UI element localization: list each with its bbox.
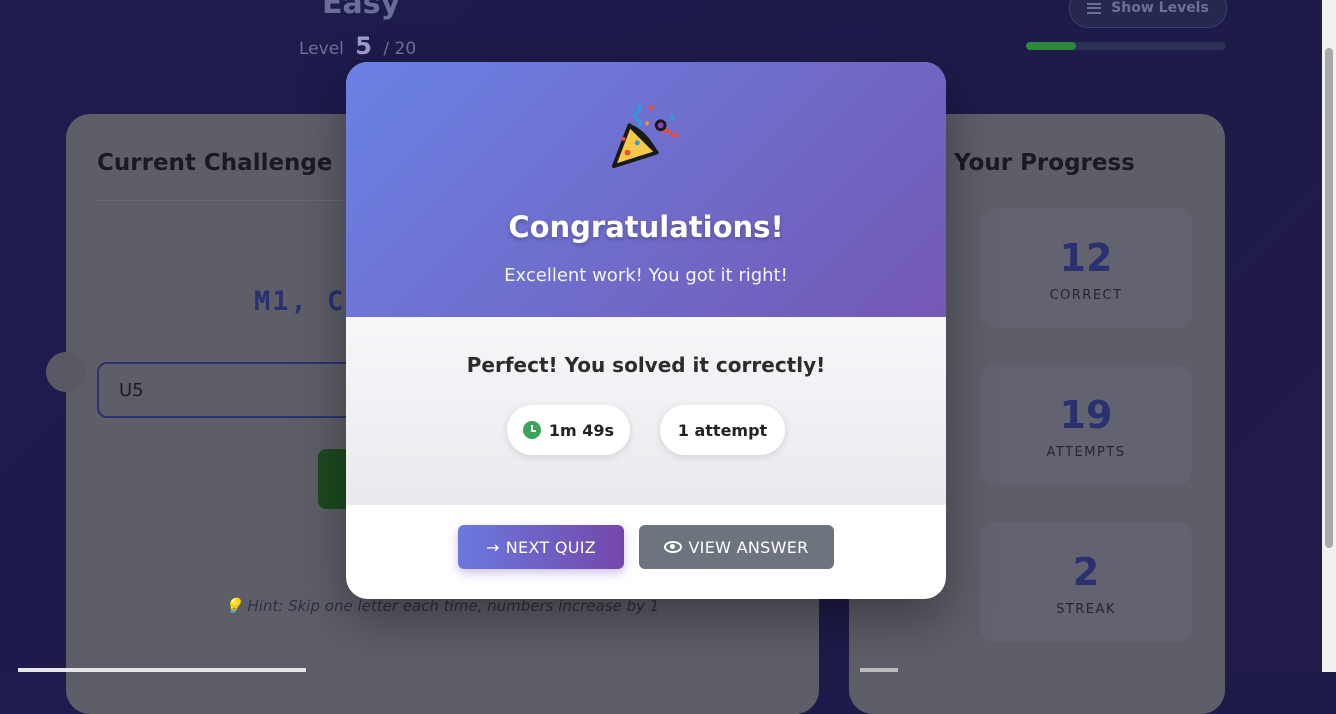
party-popper-icon (611, 102, 680, 169)
next-quiz-label: NEXT QUIZ (505, 537, 597, 557)
level-progress-fill (1026, 42, 1076, 50)
modal-header: Congratulations! Excellent work! You got… (346, 62, 946, 317)
modal-body: Perfect! You solved it correctly! 1m 49s… (346, 317, 946, 505)
difficulty-title: Easy (322, 0, 401, 21)
challenge-title: Current Challenge (97, 150, 333, 176)
stat-label: STREAK (1056, 602, 1116, 617)
level-total: / 20 (383, 39, 417, 59)
stat-value: 2 (1072, 550, 1100, 594)
hint-text: 💡 Hint: Skip one letter each time, numbe… (224, 597, 660, 615)
stat-label: CORRECT (1049, 288, 1123, 303)
attempts-value: 1 attempt (677, 420, 768, 440)
arrow-right-icon: → (485, 537, 500, 557)
modal-subtitle: Excellent work! You got it right! (504, 265, 788, 286)
stat-value: 12 (1059, 236, 1113, 280)
show-levels-label: Show Levels (1111, 0, 1209, 16)
bottom-scroll-strip (18, 668, 306, 672)
eye-icon (664, 541, 683, 553)
stat-correct: 12 CORRECT (980, 208, 1192, 328)
time-value: 1m 49s (548, 420, 615, 440)
view-answer-label: VIEW ANSWER (688, 537, 809, 557)
sequence-display: M1, C (254, 286, 346, 317)
attempts-pill: 1 attempt (660, 405, 785, 455)
level-progress-bar (1026, 42, 1226, 50)
level-indicator: Level 5 / 20 (299, 32, 416, 60)
list-icon (1087, 2, 1102, 14)
stat-streak: 2 STREAK (980, 522, 1192, 642)
show-levels-button[interactable]: Show Levels (1069, 0, 1227, 28)
clock-icon (522, 421, 541, 439)
congratulations-modal: Congratulations! Excellent work! You got… (346, 62, 946, 599)
result-message: Perfect! You solved it correctly! (466, 353, 826, 377)
stat-attempts: 19 ATTEMPTS (980, 365, 1192, 485)
stat-label: ATTEMPTS (1046, 445, 1126, 460)
progress-title: Your Progress (954, 150, 1135, 176)
level-label: Level (299, 39, 344, 59)
stat-value: 19 (1059, 393, 1113, 437)
view-answer-button[interactable]: VIEW ANSWER (639, 525, 834, 569)
level-current: 5 (355, 32, 372, 60)
modal-title: Congratulations! (508, 210, 784, 244)
side-decoration (46, 352, 86, 392)
time-pill: 1m 49s (507, 405, 630, 455)
bottom-scroll-strip-secondary (860, 668, 898, 672)
scrollbar-thumb[interactable] (1325, 48, 1333, 548)
next-quiz-button[interactable]: → NEXT QUIZ (458, 525, 624, 569)
